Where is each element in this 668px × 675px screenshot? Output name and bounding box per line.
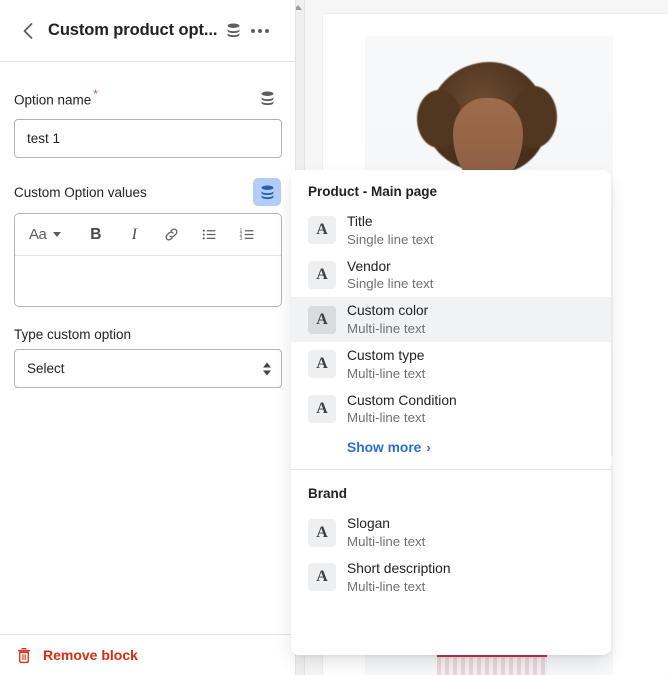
italic-button[interactable]: I bbox=[115, 220, 153, 250]
list-item-title-label: Custom type bbox=[347, 348, 425, 364]
list-item-slogan[interactable]: A Slogan Multi-line text bbox=[291, 510, 611, 555]
chevron-down-icon bbox=[53, 232, 62, 237]
page-title: Custom product opt... bbox=[48, 21, 218, 39]
custom-option-values-block: Custom Option values Aa B I 1 2 3 bbox=[14, 178, 282, 307]
list-item-subtitle: Multi-line text bbox=[347, 410, 426, 426]
type-custom-option-select[interactable]: Select bbox=[14, 349, 282, 388]
bold-button[interactable]: B bbox=[77, 220, 115, 250]
chevron-right-icon: › bbox=[426, 440, 431, 456]
app-root: Custom product opt... Option name * test… bbox=[0, 0, 668, 675]
link-button[interactable] bbox=[154, 220, 191, 250]
list-item-custom-color[interactable]: A Custom color Multi-line text bbox=[291, 297, 611, 343]
text-field-icon: A bbox=[308, 305, 336, 334]
header-database-button[interactable] bbox=[225, 22, 242, 39]
remove-block-label: Remove block bbox=[43, 647, 138, 663]
list-item-subtitle: Multi-line text bbox=[347, 321, 426, 336]
list-item-texts: Title Single line text bbox=[347, 213, 433, 248]
text-field-icon: A bbox=[308, 261, 336, 289]
list-item-texts: Vendor Single line text bbox=[347, 258, 433, 293]
ellipsis-dot bbox=[265, 28, 270, 33]
more-options-button[interactable] bbox=[251, 28, 270, 33]
list-item-vendor[interactable]: A Vendor Single line text bbox=[291, 253, 611, 298]
custom-option-values-label: Custom Option values bbox=[14, 184, 147, 200]
trash-icon bbox=[18, 647, 30, 663]
show-more-label: Show more bbox=[347, 440, 422, 456]
option-name-database-button[interactable] bbox=[253, 84, 281, 112]
list-item-subtitle: Multi-line text bbox=[347, 534, 426, 550]
bulleted-list-icon bbox=[202, 229, 216, 240]
list-item-short-description[interactable]: A Short description Multi-line text bbox=[291, 555, 611, 600]
show-more-link[interactable]: Show more › bbox=[291, 431, 448, 459]
database-stack-icon bbox=[261, 91, 273, 105]
settings-panel: Custom product opt... Option name * test… bbox=[0, 0, 296, 675]
list-item-subtitle: Single line text bbox=[347, 276, 434, 292]
required-marker: * bbox=[93, 86, 98, 101]
select-value: Select bbox=[27, 361, 65, 376]
ellipsis-dot bbox=[258, 28, 263, 33]
numbered-list-icon: 1 2 3 bbox=[240, 228, 254, 242]
text-field-icon: A bbox=[308, 216, 336, 245]
list-item-subtitle: Multi-line text bbox=[347, 365, 426, 381]
editor-content-area[interactable] bbox=[15, 256, 281, 306]
database-stack-icon bbox=[261, 185, 273, 199]
text-field-icon: A bbox=[308, 518, 336, 547]
custom-option-values-database-button[interactable] bbox=[253, 178, 281, 206]
section-heading: Product - Main page bbox=[308, 184, 438, 199]
list-item-texts: Short description Multi-line text bbox=[347, 560, 451, 595]
list-item-title-label: Vendor bbox=[347, 258, 391, 274]
list-item-texts: Slogan Multi-line text bbox=[347, 515, 425, 550]
list-item-custom-type[interactable]: A Custom type Multi-line text bbox=[291, 342, 611, 387]
text-field-icon: A bbox=[308, 395, 336, 424]
option-name-label: Option name * bbox=[14, 86, 98, 108]
list-item-title-label: Short description bbox=[347, 561, 451, 577]
text-field-icon: A bbox=[308, 350, 336, 379]
panel-body: Option name* Custom Option values bbox=[0, 62, 295, 388]
rich-text-editor: Aa B I 1 2 3 bbox=[14, 213, 282, 307]
select-chevrons-icon bbox=[263, 362, 271, 375]
list-item-custom-condition[interactable]: A Custom Condition Multi-line text bbox=[291, 387, 611, 432]
type-custom-option-label-row: Type custom option bbox=[14, 327, 281, 342]
numbered-list-button[interactable]: 1 2 3 bbox=[229, 220, 267, 250]
section-heading: Brand bbox=[308, 486, 348, 502]
list-item-texts: Custom type Multi-line text bbox=[347, 347, 425, 382]
list-item-subtitle: Multi-line text bbox=[347, 578, 426, 594]
list-item-texts: Custom color Multi-line text bbox=[347, 302, 428, 337]
link-icon bbox=[165, 228, 178, 241]
editor-toolbar: Aa B I 1 2 3 bbox=[15, 214, 281, 256]
list-item-title[interactable]: A Title Single line text bbox=[291, 208, 611, 253]
option-name-label-row: Option name * bbox=[14, 84, 281, 112]
custom-option-values-label-row: Custom Option values bbox=[14, 178, 281, 206]
database-stack-icon bbox=[227, 23, 240, 38]
type-custom-option-label: Type custom option bbox=[14, 327, 132, 342]
remove-block-button[interactable]: Remove block bbox=[16, 647, 138, 664]
list-item-title-label: Slogan bbox=[347, 516, 390, 532]
back-button[interactable] bbox=[14, 17, 42, 45]
list-item-subtitle: Single line text bbox=[347, 231, 434, 247]
font-size-dropdown[interactable]: Aa bbox=[29, 220, 77, 250]
metafield-picker-popover: Product - Main page A Title Single line … bbox=[291, 170, 611, 655]
list-item-title-label: Custom color bbox=[347, 303, 429, 319]
panel-footer: Remove block bbox=[0, 634, 296, 675]
panel-header: Custom product opt... bbox=[0, 0, 295, 62]
svg-text:3: 3 bbox=[240, 236, 243, 242]
list-item-title-label: Custom Condition bbox=[347, 392, 457, 408]
type-custom-option-block: Type custom option Select bbox=[14, 327, 282, 388]
type-custom-option-select-wrap: Select bbox=[14, 349, 282, 388]
popover-section-brand: Brand A Slogan Multi-line text A Short d… bbox=[291, 469, 611, 609]
bulleted-list-button[interactable] bbox=[190, 220, 228, 250]
chevron-down-icon bbox=[263, 370, 271, 375]
ellipsis-dot bbox=[251, 28, 256, 33]
option-name-input[interactable] bbox=[14, 119, 282, 158]
option-name-field-block: Option name * bbox=[14, 84, 282, 158]
popover-section-product-main-page: Product - Main page A Title Single line … bbox=[291, 170, 611, 469]
text-field-icon: A bbox=[308, 563, 336, 592]
list-item-texts: Custom Condition Multi-line text bbox=[347, 392, 457, 427]
list-item-title-label: Title bbox=[347, 214, 373, 229]
chevron-up-icon bbox=[263, 362, 271, 367]
chevron-left-icon bbox=[23, 22, 33, 39]
